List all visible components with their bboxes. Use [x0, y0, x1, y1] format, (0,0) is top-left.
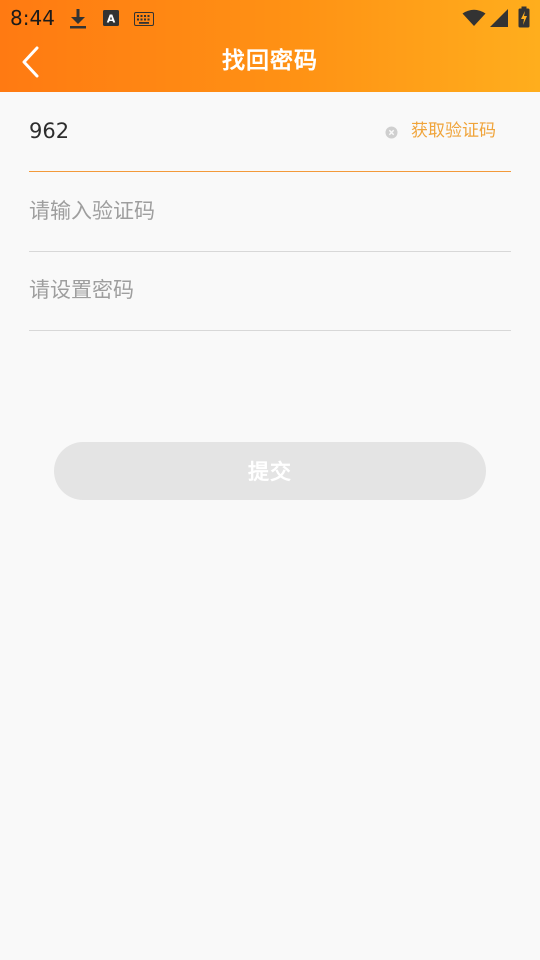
status-bar: 8:44 A: [0, 0, 540, 36]
code-field: [29, 172, 511, 252]
password-field: [29, 251, 511, 331]
phone-field: 获取验证码: [29, 92, 511, 172]
verification-code-input[interactable]: [29, 172, 369, 250]
wifi-icon: [462, 9, 486, 31]
download-icon: [68, 8, 88, 34]
app-header: 8:44 A 找回密码: [0, 0, 540, 92]
submit-button[interactable]: 提交: [54, 442, 486, 500]
status-time: 8:44: [10, 6, 55, 30]
text-input-icon: A: [102, 9, 120, 31]
clear-input-icon[interactable]: [385, 124, 398, 139]
password-field-underline: [29, 330, 511, 331]
svg-text:A: A: [107, 13, 116, 26]
page-title: 找回密码: [222, 48, 318, 74]
signal-icon: [489, 8, 509, 32]
battery-charging-icon: [518, 6, 530, 32]
get-code-button[interactable]: 获取验证码: [411, 119, 496, 143]
password-input[interactable]: [29, 251, 369, 329]
keyboard-icon: [134, 11, 154, 30]
phone-input[interactable]: [29, 92, 369, 170]
